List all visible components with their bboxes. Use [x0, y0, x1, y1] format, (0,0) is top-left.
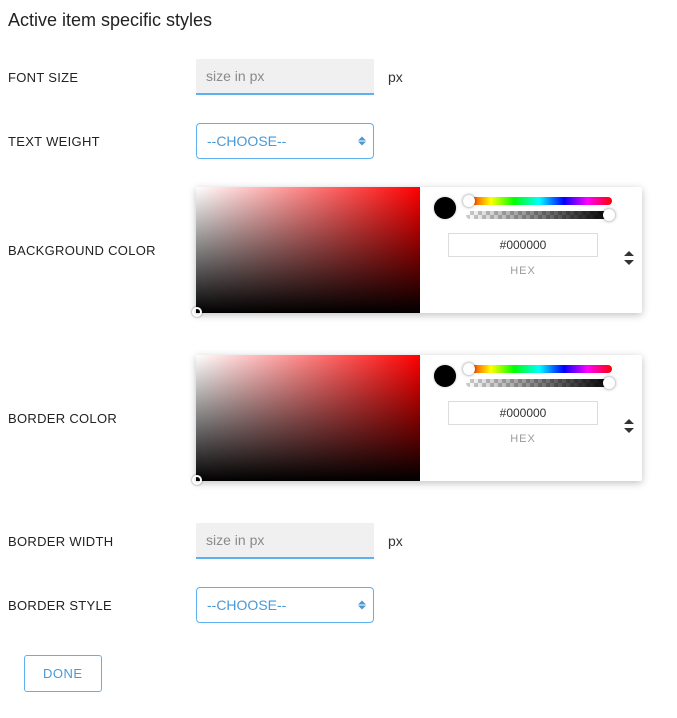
- border-width-unit: px: [388, 533, 403, 549]
- hex-input[interactable]: [448, 401, 598, 425]
- format-cycle-button[interactable]: [624, 251, 634, 265]
- hex-input[interactable]: [448, 233, 598, 257]
- border-width-label: BORDER WIDTH: [8, 534, 196, 549]
- font-size-unit: px: [388, 69, 403, 85]
- alpha-slider[interactable]: [466, 211, 612, 219]
- saturation-value-panel[interactable]: [196, 355, 420, 481]
- border-width-input[interactable]: [196, 523, 374, 559]
- text-weight-select[interactable]: --CHOOSE--: [196, 123, 374, 159]
- alpha-slider[interactable]: [466, 379, 612, 387]
- hue-slider[interactable]: [466, 365, 612, 373]
- font-size-label: FONT SIZE: [8, 70, 196, 85]
- font-size-input[interactable]: [196, 59, 374, 95]
- background-color-picker: HEX: [196, 187, 642, 313]
- border-color-picker: HEX: [196, 355, 642, 481]
- color-swatch: [434, 365, 456, 387]
- saturation-value-panel[interactable]: [196, 187, 420, 313]
- section-title: Active item specific styles: [8, 10, 669, 31]
- hue-slider[interactable]: [466, 197, 612, 205]
- hex-format-label: HEX: [434, 265, 612, 277]
- format-cycle-button[interactable]: [624, 419, 634, 433]
- border-style-select[interactable]: --CHOOSE--: [196, 587, 374, 623]
- sv-knob[interactable]: [192, 475, 202, 485]
- border-style-label: BORDER STYLE: [8, 598, 196, 613]
- border-color-label: BORDER COLOR: [8, 411, 196, 426]
- background-color-label: BACKGROUND COLOR: [8, 243, 196, 258]
- text-weight-label: TEXT WEIGHT: [8, 134, 196, 149]
- color-swatch: [434, 197, 456, 219]
- done-button[interactable]: DONE: [24, 655, 102, 692]
- hex-format-label: HEX: [434, 433, 612, 445]
- sv-knob[interactable]: [192, 307, 202, 317]
